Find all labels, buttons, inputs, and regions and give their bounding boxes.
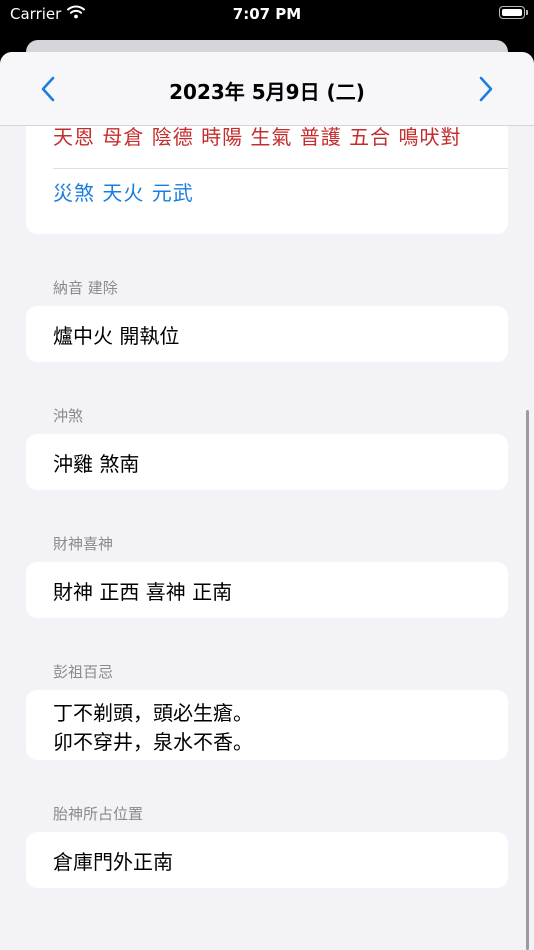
next-day-button[interactable]	[470, 74, 498, 104]
pengzu-card: 丁不剃頭，頭必生瘡。 卯不穿井，泉水不香。	[26, 690, 508, 760]
status-bar: Carrier 7:07 PM	[0, 0, 534, 34]
scroll-indicator[interactable]	[526, 410, 529, 950]
battery-icon	[499, 6, 528, 19]
nayin-value: 爐中火 開執位	[53, 324, 180, 348]
nayin-card: 爐中火 開執位	[26, 306, 508, 362]
inauspicious-gods: 災煞 天火 元武	[53, 181, 194, 205]
clash-label: 沖煞	[53, 407, 84, 425]
nayin-label: 納音 建除	[53, 279, 118, 297]
fetal-card: 倉庫門外正南	[26, 832, 508, 888]
fetal-label: 胎神所占位置	[53, 805, 144, 823]
pengzu-label: 彭祖百忌	[53, 663, 114, 681]
navigation-bar: 2023年 5月9日 (二)	[0, 52, 534, 126]
pengzu-line-2: 卯不穿井，泉水不香。	[53, 730, 253, 754]
status-time: 7:07 PM	[232, 5, 302, 23]
wealth-value: 財神 正西 喜神 正南	[53, 580, 233, 604]
clash-card: 沖雞 煞南	[26, 434, 508, 490]
date-title: 2023年 5月9日 (二)	[169, 80, 365, 104]
scroll-content[interactable]: 天恩 母倉 陰德 時陽 生氣 普護 五合 鳴吠對 災煞 天火 元武 納音 建除 …	[0, 106, 534, 950]
detail-sheet: 2023年 5月9日 (二) 天恩 母倉 陰德 時陽 生氣 普護 五合 鳴吠對 …	[0, 52, 534, 950]
chevron-right-icon	[479, 76, 493, 102]
fetal-value: 倉庫門外正南	[53, 850, 173, 874]
wealth-label: 財神喜神	[53, 535, 114, 553]
divider	[53, 168, 508, 169]
clash-value: 沖雞 煞南	[53, 452, 140, 476]
wealth-card: 財神 正西 喜神 正南	[26, 562, 508, 618]
pengzu-line-1: 丁不剃頭，頭必生瘡。	[53, 701, 253, 725]
